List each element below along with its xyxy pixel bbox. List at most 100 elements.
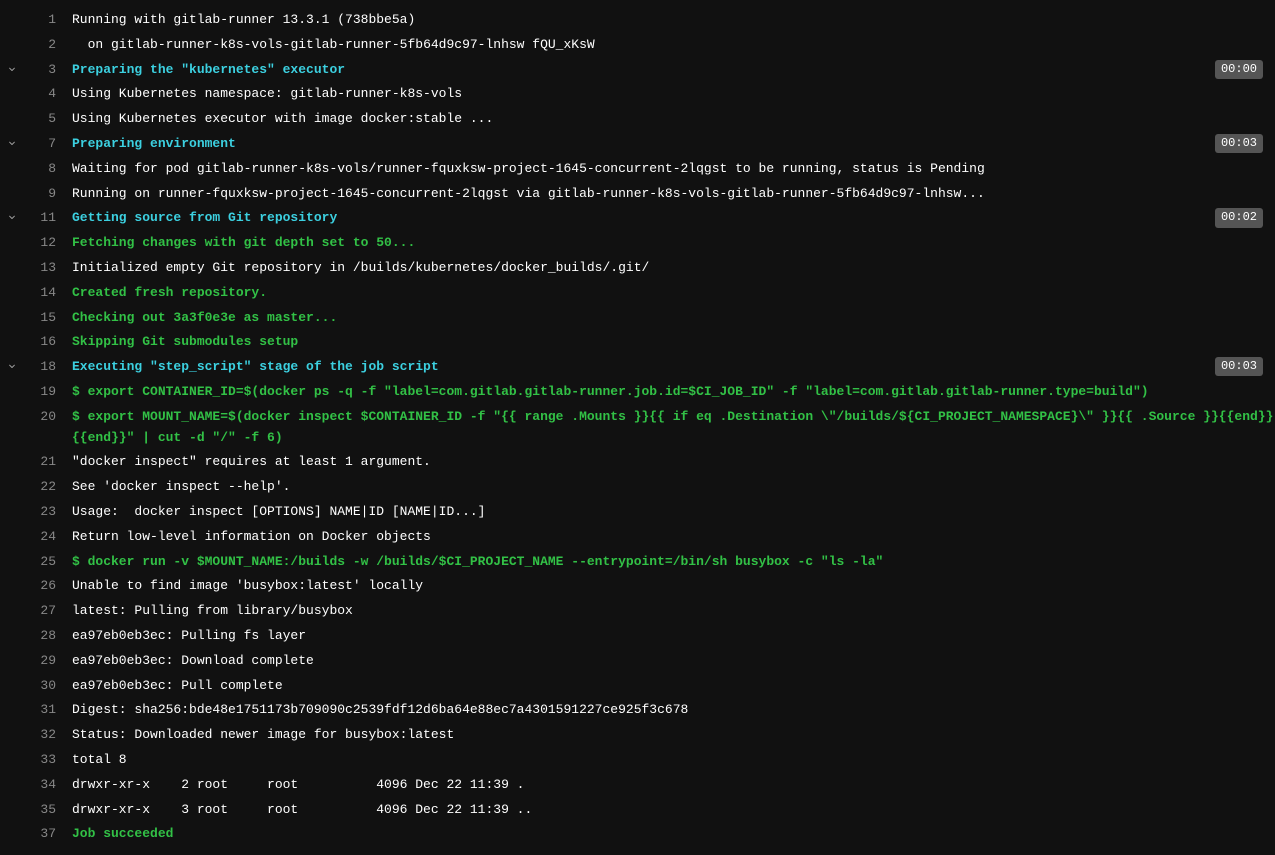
toggle-column[interactable] xyxy=(0,208,24,222)
line-number[interactable]: 33 xyxy=(24,750,64,771)
log-line: 26Unable to find image 'busybox:latest' … xyxy=(0,574,1275,599)
line-content: Job succeeded xyxy=(64,824,1275,845)
line-number[interactable]: 8 xyxy=(24,159,64,180)
line-number[interactable]: 19 xyxy=(24,382,64,403)
line-number[interactable]: 23 xyxy=(24,502,64,523)
line-number[interactable]: 11 xyxy=(24,208,64,229)
toggle-column xyxy=(0,35,24,37)
toggle-column xyxy=(0,84,24,86)
line-number[interactable]: 18 xyxy=(24,357,64,378)
toggle-column xyxy=(0,676,24,678)
log-line: 23Usage: docker inspect [OPTIONS] NAME|I… xyxy=(0,500,1275,525)
toggle-column xyxy=(0,184,24,186)
log-section-header[interactable]: 11Getting source from Git repository00:0… xyxy=(0,206,1275,231)
chevron-down-icon[interactable] xyxy=(6,62,18,74)
toggle-column xyxy=(0,626,24,628)
log-line: 34drwxr-xr-x 2 root root 4096 Dec 22 11:… xyxy=(0,773,1275,798)
line-number[interactable]: 34 xyxy=(24,775,64,796)
toggle-column xyxy=(0,824,24,826)
log-line: 16Skipping Git submodules setup xyxy=(0,330,1275,355)
line-number[interactable]: 31 xyxy=(24,700,64,721)
toggle-column xyxy=(0,700,24,702)
line-number[interactable]: 5 xyxy=(24,109,64,130)
line-number[interactable]: 14 xyxy=(24,283,64,304)
line-number[interactable]: 1 xyxy=(24,10,64,31)
log-line: 25$ docker run -v $MOUNT_NAME:/builds -w… xyxy=(0,550,1275,575)
line-number[interactable]: 7 xyxy=(24,134,64,155)
line-content: Getting source from Git repository xyxy=(64,208,1275,229)
toggle-column xyxy=(0,576,24,578)
line-content: on gitlab-runner-k8s-vols-gitlab-runner-… xyxy=(64,35,1275,56)
line-content: ea97eb0eb3ec: Download complete xyxy=(64,651,1275,672)
line-number[interactable]: 24 xyxy=(24,527,64,548)
log-line: 9Running on runner-fquxksw-project-1645-… xyxy=(0,182,1275,207)
line-number[interactable]: 28 xyxy=(24,626,64,647)
log-section-header[interactable]: 3Preparing the "kubernetes" executor00:0… xyxy=(0,58,1275,83)
toggle-column xyxy=(0,10,24,12)
line-content: Checking out 3a3f0e3e as master... xyxy=(64,308,1275,329)
line-number[interactable]: 37 xyxy=(24,824,64,845)
toggle-column xyxy=(0,382,24,384)
log-line: 33total 8 xyxy=(0,748,1275,773)
toggle-column xyxy=(0,651,24,653)
line-content: Unable to find image 'busybox:latest' lo… xyxy=(64,576,1275,597)
line-number[interactable]: 35 xyxy=(24,800,64,821)
log-section-header[interactable]: 7Preparing environment00:03 xyxy=(0,132,1275,157)
log-line: 4Using Kubernetes namespace: gitlab-runn… xyxy=(0,82,1275,107)
line-number[interactable]: 22 xyxy=(24,477,64,498)
toggle-column xyxy=(0,109,24,111)
section-duration-badge: 00:03 xyxy=(1215,357,1263,376)
log-section-header[interactable]: 18Executing "step_script" stage of the j… xyxy=(0,355,1275,380)
log-line: 15Checking out 3a3f0e3e as master... xyxy=(0,306,1275,331)
toggle-column xyxy=(0,332,24,334)
chevron-down-icon[interactable] xyxy=(6,359,18,371)
line-number[interactable]: 27 xyxy=(24,601,64,622)
line-number[interactable]: 20 xyxy=(24,407,64,428)
line-content: drwxr-xr-x 3 root root 4096 Dec 22 11:39… xyxy=(64,800,1275,821)
log-line: 20$ export MOUNT_NAME=$(docker inspect $… xyxy=(0,405,1275,451)
log-line: 29ea97eb0eb3ec: Download complete xyxy=(0,649,1275,674)
toggle-column[interactable] xyxy=(0,357,24,371)
log-line: 32Status: Downloaded newer image for bus… xyxy=(0,723,1275,748)
toggle-column xyxy=(0,750,24,752)
job-log: 1Running with gitlab-runner 13.3.1 (738b… xyxy=(0,8,1275,847)
log-line: 21"docker inspect" requires at least 1 a… xyxy=(0,450,1275,475)
line-number[interactable]: 9 xyxy=(24,184,64,205)
line-content: Waiting for pod gitlab-runner-k8s-vols/r… xyxy=(64,159,1275,180)
line-number[interactable]: 3 xyxy=(24,60,64,81)
log-line: 30ea97eb0eb3ec: Pull complete xyxy=(0,674,1275,699)
line-content: Created fresh repository. xyxy=(64,283,1275,304)
line-number[interactable]: 2 xyxy=(24,35,64,56)
line-number[interactable]: 30 xyxy=(24,676,64,697)
line-content: ea97eb0eb3ec: Pull complete xyxy=(64,676,1275,697)
line-number[interactable]: 4 xyxy=(24,84,64,105)
line-number[interactable]: 21 xyxy=(24,452,64,473)
line-number[interactable]: 12 xyxy=(24,233,64,254)
chevron-down-icon[interactable] xyxy=(6,136,18,148)
toggle-column xyxy=(0,258,24,260)
log-line: 27latest: Pulling from library/busybox xyxy=(0,599,1275,624)
toggle-column xyxy=(0,308,24,310)
line-number[interactable]: 26 xyxy=(24,576,64,597)
line-content: $ export CONTAINER_ID=$(docker ps -q -f … xyxy=(64,382,1275,403)
line-number[interactable]: 25 xyxy=(24,552,64,573)
chevron-down-icon[interactable] xyxy=(6,210,18,222)
line-number[interactable]: 13 xyxy=(24,258,64,279)
log-line: 8Waiting for pod gitlab-runner-k8s-vols/… xyxy=(0,157,1275,182)
toggle-column xyxy=(0,725,24,727)
line-number[interactable]: 32 xyxy=(24,725,64,746)
section-duration-badge: 00:03 xyxy=(1215,134,1263,153)
toggle-column xyxy=(0,283,24,285)
toggle-column[interactable] xyxy=(0,60,24,74)
line-content: Preparing the "kubernetes" executor xyxy=(64,60,1275,81)
line-number[interactable]: 29 xyxy=(24,651,64,672)
line-content: "docker inspect" requires at least 1 arg… xyxy=(64,452,1275,473)
toggle-column[interactable] xyxy=(0,134,24,148)
line-number[interactable]: 15 xyxy=(24,308,64,329)
line-content: Using Kubernetes namespace: gitlab-runne… xyxy=(64,84,1275,105)
line-content: Preparing environment xyxy=(64,134,1275,155)
line-content: latest: Pulling from library/busybox xyxy=(64,601,1275,622)
log-line: 31Digest: sha256:bde48e1751173b709090c25… xyxy=(0,698,1275,723)
toggle-column xyxy=(0,477,24,479)
line-number[interactable]: 16 xyxy=(24,332,64,353)
